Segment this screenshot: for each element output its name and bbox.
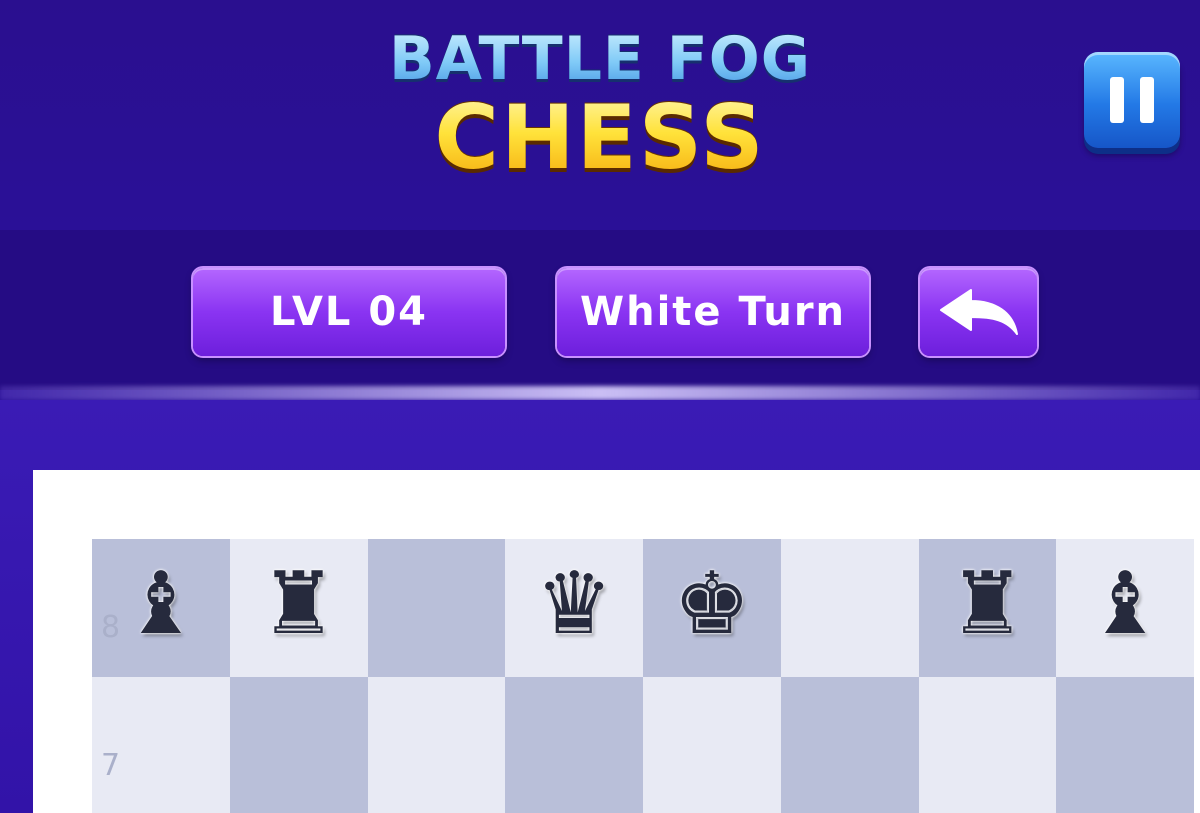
black-rook[interactable]: ♜ <box>260 561 337 647</box>
square-d7[interactable] <box>505 676 643 813</box>
square-d8[interactable]: ♛ <box>505 539 643 677</box>
undo-arrow-icon <box>939 289 1018 335</box>
black-bishop[interactable]: ♝ <box>1087 561 1164 647</box>
black-king[interactable]: ♚ <box>673 561 750 647</box>
divider-glow <box>0 386 1200 400</box>
pause-button[interactable] <box>1084 52 1180 148</box>
square-a7[interactable] <box>92 676 230 813</box>
square-g8[interactable]: ♜ <box>918 539 1057 677</box>
black-queen[interactable]: ♛ <box>536 561 613 647</box>
square-g7[interactable] <box>918 676 1057 813</box>
rank-label-8: 8 <box>101 610 121 645</box>
rank-label-7: 7 <box>101 748 121 783</box>
game-title-top: BATTLE FOG <box>0 22 1200 96</box>
square-a8[interactable]: ♝ <box>92 539 230 677</box>
turn-indicator: White Turn <box>557 268 869 356</box>
black-bishop[interactable]: ♝ <box>122 561 199 647</box>
square-f7[interactable] <box>780 676 919 813</box>
pause-icon-bar-right <box>1140 77 1154 123</box>
square-f8[interactable] <box>780 539 919 677</box>
square-e8[interactable]: ♚ <box>643 539 781 677</box>
undo-button[interactable] <box>920 268 1037 356</box>
black-rook[interactable]: ♜ <box>949 561 1026 647</box>
pause-icon-bar-left <box>1110 77 1124 123</box>
square-e7[interactable] <box>643 676 781 813</box>
square-c7[interactable] <box>367 676 506 813</box>
square-b7[interactable] <box>229 676 368 813</box>
square-c8[interactable] <box>367 539 506 677</box>
level-indicator: LVL 04 <box>193 268 505 356</box>
square-h8[interactable]: ♝ <box>1056 539 1194 677</box>
square-b8[interactable]: ♜ <box>229 539 368 677</box>
chess-board: ♝ ♜ ♛ ♚ ♜ ♝ <box>92 539 1194 813</box>
square-h7[interactable] <box>1056 676 1194 813</box>
game-title-bottom: CHESS <box>0 88 1200 188</box>
